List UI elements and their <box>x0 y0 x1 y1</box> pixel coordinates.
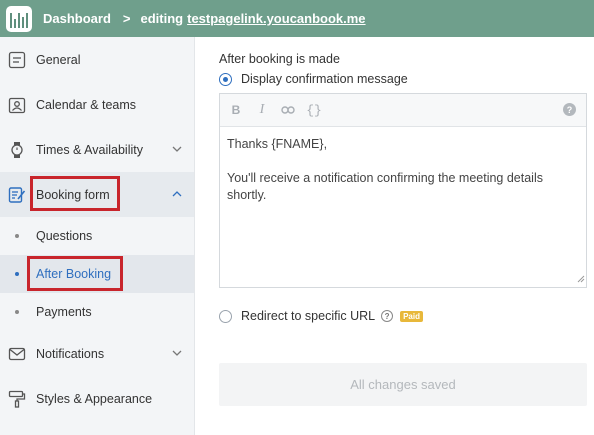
sidebar-item-label: Calendar & teams <box>36 97 137 112</box>
page-link[interactable]: testpagelink.youcanbook.me <box>187 11 365 26</box>
bullet-icon <box>15 310 19 314</box>
editing-prefix: editing <box>140 11 184 26</box>
sidebar-subitem-label: Payments <box>36 305 92 319</box>
sidebar-subitem-questions[interactable]: Questions <box>0 217 194 255</box>
calendar-person-icon <box>7 95 27 115</box>
save-button[interactable]: All changes saved <box>219 363 587 406</box>
sidebar-item-styles-appearance[interactable]: Styles & Appearance <box>0 376 194 421</box>
sidebar: General Calendar & teams Times & Availab… <box>0 37 195 435</box>
question-icon[interactable]: ? <box>381 310 394 322</box>
option-redirect-url[interactable]: Redirect to specific URL ? Paid <box>219 309 423 323</box>
logo-icon[interactable] <box>6 5 32 32</box>
sidebar-item-label: General <box>36 52 81 67</box>
chevron-up-icon[interactable] <box>172 187 182 202</box>
variables-button[interactable]: {} <box>306 102 322 118</box>
editor-line: You'll receive a notification confirming… <box>227 171 543 202</box>
italic-button[interactable]: I <box>254 102 270 118</box>
document-icon <box>7 50 27 70</box>
sidebar-item-notifications[interactable]: Notifications <box>0 331 194 376</box>
sidebar-subitem-payments[interactable]: Payments <box>0 293 194 331</box>
sidebar-item-general[interactable]: General <box>0 37 194 82</box>
editor-text-area[interactable]: Thanks {FNAME}, You'll receive a notific… <box>220 127 586 213</box>
sidebar-item-times-availability[interactable]: Times & Availability <box>0 127 194 172</box>
paid-badge: Paid <box>400 310 423 322</box>
link-icon[interactable] <box>280 102 296 118</box>
radio-label: Redirect to specific URL <box>241 309 376 323</box>
radio-label: Display confirmation message <box>241 72 408 86</box>
section-title: After booking is made <box>219 52 340 66</box>
form-edit-icon <box>7 185 27 205</box>
envelope-icon <box>7 344 27 364</box>
paint-roller-icon <box>7 389 27 409</box>
resize-handle-icon[interactable] <box>577 271 585 286</box>
chevron-down-icon[interactable] <box>172 142 182 157</box>
breadcrumb-separator: > <box>122 11 131 26</box>
help-icon[interactable]: ? <box>563 103 576 116</box>
option-display-message[interactable]: Display confirmation message <box>219 72 408 86</box>
sidebar-item-calendar-teams[interactable]: Calendar & teams <box>0 82 194 127</box>
chevron-down-icon[interactable] <box>172 346 182 361</box>
radio-button-selected[interactable] <box>219 72 232 86</box>
bullet-icon <box>15 272 19 276</box>
sidebar-item-label: Styles & Appearance <box>36 391 153 406</box>
bullet-icon <box>15 234 19 238</box>
sidebar-item-label: Times & Availability <box>36 142 143 157</box>
highlight-box-booking-form <box>30 176 120 211</box>
breadcrumb-dashboard[interactable]: Dashboard <box>43 11 111 26</box>
watch-icon <box>7 140 27 160</box>
highlight-box-after-booking <box>27 256 123 291</box>
breadcrumb-current: editing testpagelink.youcanbook.me <box>141 11 366 26</box>
editor-toolbar: B I {} ? <box>220 94 586 127</box>
bold-button[interactable]: B <box>228 102 244 118</box>
message-editor[interactable]: B I {} ? Thanks {FNAME}, You'll receive … <box>219 93 587 288</box>
editor-line: Thanks {FNAME}, <box>227 137 328 151</box>
radio-button-unselected[interactable] <box>219 309 232 323</box>
sidebar-subitem-label: Questions <box>36 229 93 243</box>
top-bar: Dashboard > editing testpagelink.youcanbo… <box>0 0 594 37</box>
sidebar-item-label: Notifications <box>36 346 105 361</box>
